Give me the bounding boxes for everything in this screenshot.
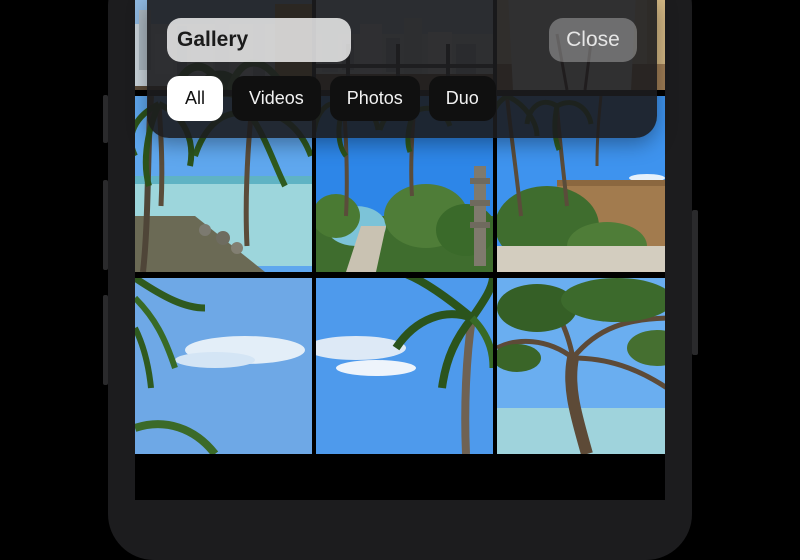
phone-side-button-left-bottom: [103, 295, 108, 385]
tab-videos[interactable]: Videos: [232, 76, 321, 121]
tab-photos[interactable]: Photos: [329, 76, 420, 121]
photo-thumbnail[interactable]: [316, 278, 493, 454]
gallery-overlay-panel: Gallery Close All Videos Photos Duo: [147, 0, 657, 138]
phone-side-button-left-top: [103, 95, 108, 143]
close-button[interactable]: Close: [549, 18, 637, 62]
tab-duo[interactable]: Duo: [428, 76, 496, 121]
phone-side-button-left-middle: [103, 180, 108, 270]
photo-thumbnail[interactable]: [135, 278, 312, 454]
photo-thumbnail[interactable]: [497, 278, 665, 454]
phone-side-button-right: [692, 210, 698, 355]
filter-tabs: All Videos Photos Duo: [167, 76, 496, 121]
tab-all[interactable]: All: [167, 76, 224, 121]
gallery-search-field[interactable]: Gallery: [167, 18, 351, 62]
